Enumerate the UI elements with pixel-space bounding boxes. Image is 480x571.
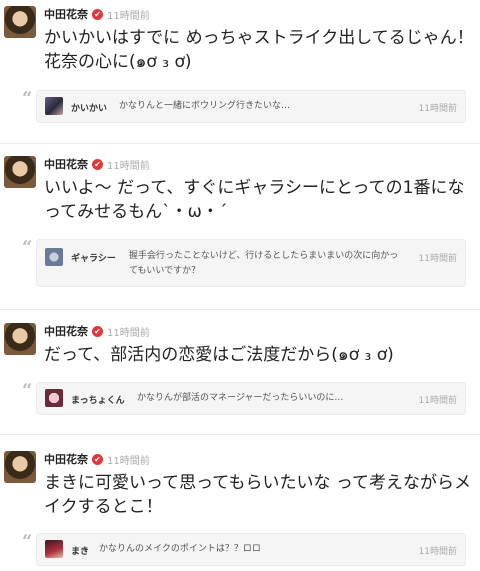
reply-time: 11時間前 (418, 254, 457, 264)
post: 中田花奈 ✔ 11時間前 だって、部活内の恋愛はご法度だから(๑ơ ₃ ơ) “… (0, 317, 480, 427)
post-header: 中田花奈 ✔ 11時間前 (44, 156, 150, 172)
reply-author: まき (71, 547, 90, 557)
divider (0, 309, 480, 310)
reply-time: 11時間前 (418, 104, 457, 114)
quote-icon: “ (22, 88, 33, 109)
post-header: 中田花奈 ✔ 11時間前 (44, 323, 150, 339)
quoted-reply[interactable]: かいかい かなりんと一緒にボウリング行きたいな… 11時間前 (36, 90, 466, 123)
reply-text: かなりんが部活のマネージャーだったらいいのに… (137, 393, 344, 403)
author-name[interactable]: 中田花奈 (44, 6, 88, 22)
post: 中田花奈 ✔ 11時間前 かいかいはすでに めっちゃストライク出してるじゃん！花… (0, 0, 480, 135)
verified-icon: ✔ (92, 158, 103, 170)
author-avatar[interactable] (4, 451, 36, 483)
post-time: 11時間前 (107, 10, 150, 22)
post-header: 中田花奈 ✔ 11時間前 (44, 451, 150, 467)
post-text: だって、部活内の恋愛はご法度だから(๑ơ ₃ ơ) (44, 345, 394, 365)
reply-time: 11時間前 (418, 396, 457, 406)
verified-icon: ✔ (92, 453, 103, 465)
verified-icon: ✔ (92, 325, 103, 337)
post-text: いいよ〜 だって、すぐにギャラシーにとっての1番になってみせるもん`・ω・´ (44, 178, 465, 222)
reply-author: かいかい (71, 104, 108, 114)
quoted-reply[interactable]: ギャラシー 握手会行ったことないけど、行けるとしたらまいまいの次に向かってもいい… (36, 239, 466, 287)
quote-icon: “ (22, 531, 33, 552)
quoted-reply[interactable]: まき かなりんのメイクのポイントは？？ロロ 11時間前 (36, 533, 466, 566)
reply-text: かなりんのメイクのポイントは？？ロロ (99, 544, 261, 554)
divider (0, 143, 480, 144)
author-name[interactable]: 中田花奈 (44, 156, 88, 172)
verified-icon: ✔ (92, 8, 103, 20)
post-time: 11時間前 (107, 455, 150, 467)
quote-icon: “ (22, 380, 33, 401)
reply-text: 握手会行ったことないけど、行けるとしたらまいまいの次に向かってもいいですか？ (129, 251, 399, 276)
reply-author: ギャラシー (71, 254, 116, 264)
author-avatar[interactable] (4, 156, 36, 188)
author-avatar[interactable] (4, 6, 36, 38)
post-time: 11時間前 (107, 327, 150, 339)
post: 中田花奈 ✔ 11時間前 いいよ〜 だって、すぐにギャラシーにとっての1番になっ… (0, 150, 480, 300)
post-text: かいかいはすでに めっちゃストライク出してるじゃん！花奈の心に(๑ơ ₃ ơ) (44, 28, 474, 72)
reply-author: まっちょくん (71, 396, 125, 406)
reply-time: 11時間前 (418, 547, 457, 557)
reply-avatar (45, 389, 63, 407)
author-avatar[interactable] (4, 323, 36, 355)
author-name[interactable]: 中田花奈 (44, 323, 88, 339)
reply-avatar (45, 97, 63, 115)
reply-avatar (45, 248, 63, 266)
post: 中田花奈 ✔ 11時間前 まきに可愛いって思ってもらいたいな って考えながらメイ… (0, 445, 480, 571)
reply-avatar (45, 540, 63, 558)
quoted-reply[interactable]: まっちょくん かなりんが部活のマネージャーだったらいいのに… 11時間前 (36, 382, 466, 415)
author-name[interactable]: 中田花奈 (44, 451, 88, 467)
post-text: まきに可愛いって思ってもらいたいな って考えながらメイクするとこ！ (44, 473, 472, 517)
post-header: 中田花奈 ✔ 11時間前 (44, 6, 150, 22)
divider (0, 434, 480, 435)
quote-icon: “ (22, 237, 33, 258)
reply-text: かなりんと一緒にボウリング行きたいな… (119, 101, 291, 111)
post-time: 11時間前 (107, 160, 150, 172)
